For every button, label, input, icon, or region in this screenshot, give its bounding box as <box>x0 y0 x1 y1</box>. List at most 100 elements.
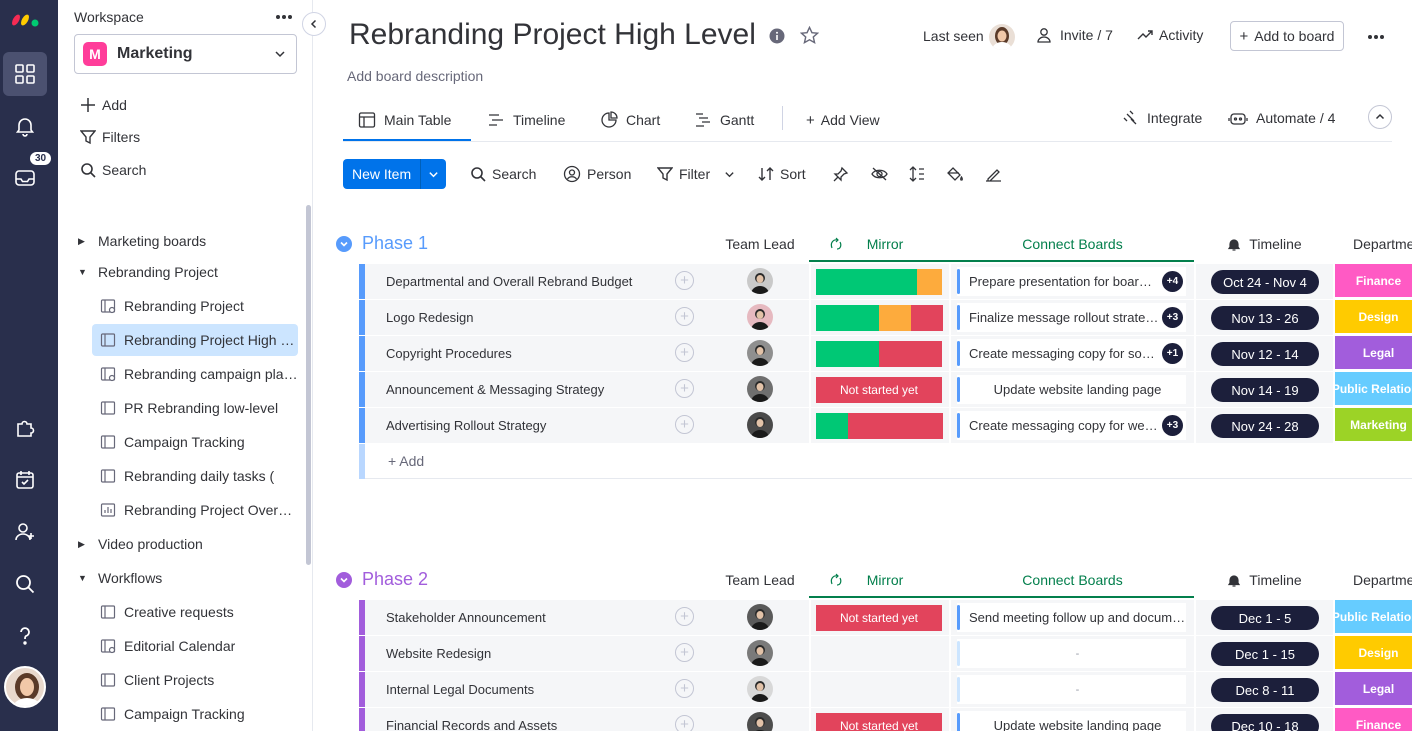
connect-boards-cell[interactable]: Update website landing page <box>951 372 1194 407</box>
format-icon[interactable] <box>985 160 1008 188</box>
team-lead-cell[interactable] <box>711 708 809 731</box>
timeline-pill[interactable]: Nov 12 - 14 <box>1211 342 1319 366</box>
sort-button[interactable]: Sort <box>758 160 806 188</box>
tab-chart[interactable]: Chart <box>600 100 660 140</box>
connected-item[interactable]: Create messaging copy for website <box>957 411 1186 440</box>
mirror-cell[interactable]: Not started yet <box>811 600 949 635</box>
add-person-icon[interactable] <box>3 510 47 554</box>
tab-gantt[interactable]: Gantt <box>694 100 754 140</box>
board-item-rebranding-project-overview[interactable]: Rebranding Project Overview <box>92 494 298 526</box>
board-description[interactable]: Add board description <box>347 68 483 84</box>
connect-boards-cell[interactable]: Create messaging copy for social +1 <box>951 336 1194 371</box>
table-row-name[interactable]: Advertising Rollout Strategy + <box>365 408 711 443</box>
workspace-grid-icon[interactable] <box>3 52 47 96</box>
folder-workflows[interactable]: ▼ Workflows <box>78 562 162 594</box>
star-icon[interactable] <box>800 26 819 45</box>
add-update-icon[interactable]: + <box>675 271 694 290</box>
connected-item[interactable]: Update website landing page <box>957 375 1186 404</box>
department-status[interactable]: Design <box>1335 636 1412 669</box>
connect-boards-cell[interactable]: - <box>951 636 1194 671</box>
team-lead-cell[interactable] <box>711 636 809 671</box>
collapse-panel-button[interactable] <box>302 12 326 36</box>
folder-video-production[interactable]: ▶ Video production <box>78 528 203 560</box>
timeline-cell[interactable]: Nov 12 - 14 <box>1196 336 1333 371</box>
hide-icon[interactable] <box>871 160 894 188</box>
mirror-cell[interactable] <box>811 672 949 707</box>
chevron-down-icon[interactable] <box>724 169 741 180</box>
pin-icon[interactable] <box>833 160 855 188</box>
mirror-cell[interactable]: Not started yet <box>811 708 949 731</box>
more-options-icon[interactable] <box>275 14 293 20</box>
team-lead-cell[interactable] <box>711 264 809 299</box>
timeline-pill[interactable]: Dec 1 - 5 <box>1211 606 1319 630</box>
board-menu-icon[interactable] <box>1367 34 1385 40</box>
board-item-campaign-tracking[interactable]: Campaign Tracking <box>92 426 298 458</box>
workspace-selector[interactable]: M Marketing <box>74 34 297 74</box>
new-item-button[interactable]: New Item <box>343 159 446 189</box>
mirror-cell[interactable] <box>811 264 949 299</box>
table-row-name[interactable]: Logo Redesign + <box>365 300 711 335</box>
board-item-rebranding-project[interactable]: Rebranding Project <box>92 290 298 322</box>
team-lead-avatar[interactable] <box>747 304 773 330</box>
automate-button[interactable]: Automate / 4 <box>1228 98 1335 138</box>
more-connected-badge[interactable]: +3 <box>1162 307 1183 328</box>
team-lead-cell[interactable] <box>711 372 809 407</box>
caret-right-icon[interactable]: ▶ <box>78 539 90 550</box>
add-update-icon[interactable]: + <box>675 307 694 326</box>
user-avatar[interactable] <box>4 666 46 708</box>
timeline-cell[interactable]: Oct 24 - Nov 4 <box>1196 264 1333 299</box>
timeline-pill[interactable]: Nov 14 - 19 <box>1211 378 1319 402</box>
board-item-rebranding-daily-tasks-[interactable]: Rebranding daily tasks ( <box>92 460 298 492</box>
more-connected-badge[interactable]: +1 <box>1162 343 1183 364</box>
connect-boards-cell[interactable]: Prepare presentation for board members+4 <box>951 264 1194 299</box>
team-lead-avatar[interactable] <box>747 376 773 402</box>
caret-down-icon[interactable]: ▼ <box>78 573 90 583</box>
paint-bucket-icon[interactable] <box>947 160 970 188</box>
table-row-name[interactable]: Copyright Procedures + <box>365 336 711 371</box>
row-height-icon[interactable] <box>909 160 931 188</box>
add-to-board-button[interactable]: + Add to board <box>1230 21 1344 51</box>
add-update-icon[interactable]: + <box>675 643 694 662</box>
last-seen-avatar[interactable] <box>989 24 1015 50</box>
department-status[interactable]: Design <box>1335 300 1412 333</box>
last-seen-label[interactable]: Last seen <box>923 28 984 44</box>
more-connected-badge[interactable]: +4 <box>1162 271 1183 292</box>
timeline-cell[interactable]: Dec 8 - 11 <box>1196 672 1333 707</box>
tab-main-table[interactable]: Main Table <box>358 100 451 140</box>
board-item-campaign-tracking[interactable]: Campaign Tracking <box>92 698 298 730</box>
team-lead-avatar[interactable] <box>747 268 773 294</box>
invite-button[interactable]: Invite / 7 <box>1036 27 1113 43</box>
team-lead-cell[interactable] <box>711 336 809 371</box>
add-update-icon[interactable]: + <box>675 607 694 626</box>
more-connected-badge[interactable]: +3 <box>1162 415 1183 436</box>
team-lead-cell[interactable] <box>711 672 809 707</box>
timeline-pill[interactable]: Dec 10 - 18 <box>1211 714 1319 731</box>
column-header-mirror[interactable]: Mirror <box>811 572 949 588</box>
team-lead-avatar[interactable] <box>747 340 773 366</box>
table-row-name[interactable]: Financial Records and Assets + <box>365 708 711 731</box>
timeline-pill[interactable]: Nov 24 - 28 <box>1211 414 1319 438</box>
connected-item[interactable]: - <box>957 639 1186 668</box>
connect-boards-cell[interactable]: Finalize message rollout strategy +3 <box>951 300 1194 335</box>
filter-button[interactable]: Filter <box>657 160 741 188</box>
department-status[interactable]: Legal <box>1335 336 1412 369</box>
search-icon[interactable] <box>3 562 47 606</box>
page-title[interactable]: Rebranding Project High Level <box>349 18 756 52</box>
add-update-icon[interactable]: + <box>675 679 694 698</box>
search-button[interactable]: Search <box>470 160 536 188</box>
add-action[interactable]: Add <box>80 97 127 113</box>
team-lead-avatar[interactable] <box>747 604 773 630</box>
timeline-cell[interactable]: Dec 1 - 15 <box>1196 636 1333 671</box>
board-item-client-projects[interactable]: Client Projects <box>92 664 298 696</box>
connect-boards-cell[interactable]: Create messaging copy for website +3 <box>951 408 1194 443</box>
caret-down-icon[interactable]: ▼ <box>78 267 90 277</box>
search-action[interactable]: Search <box>80 162 146 178</box>
team-lead-avatar[interactable] <box>747 712 773 731</box>
board-item-creative-requests[interactable]: Creative requests <box>92 596 298 628</box>
connect-boards-cell[interactable]: Update website landing page <box>951 708 1194 731</box>
board-item-rebranding-project-high-level[interactable]: Rebranding Project High Level <box>92 324 298 356</box>
connected-item[interactable]: - <box>957 675 1186 704</box>
person-filter-button[interactable]: Person <box>563 160 631 188</box>
department-status[interactable]: Legal <box>1335 672 1412 705</box>
group-toggle-icon[interactable] <box>336 572 352 588</box>
